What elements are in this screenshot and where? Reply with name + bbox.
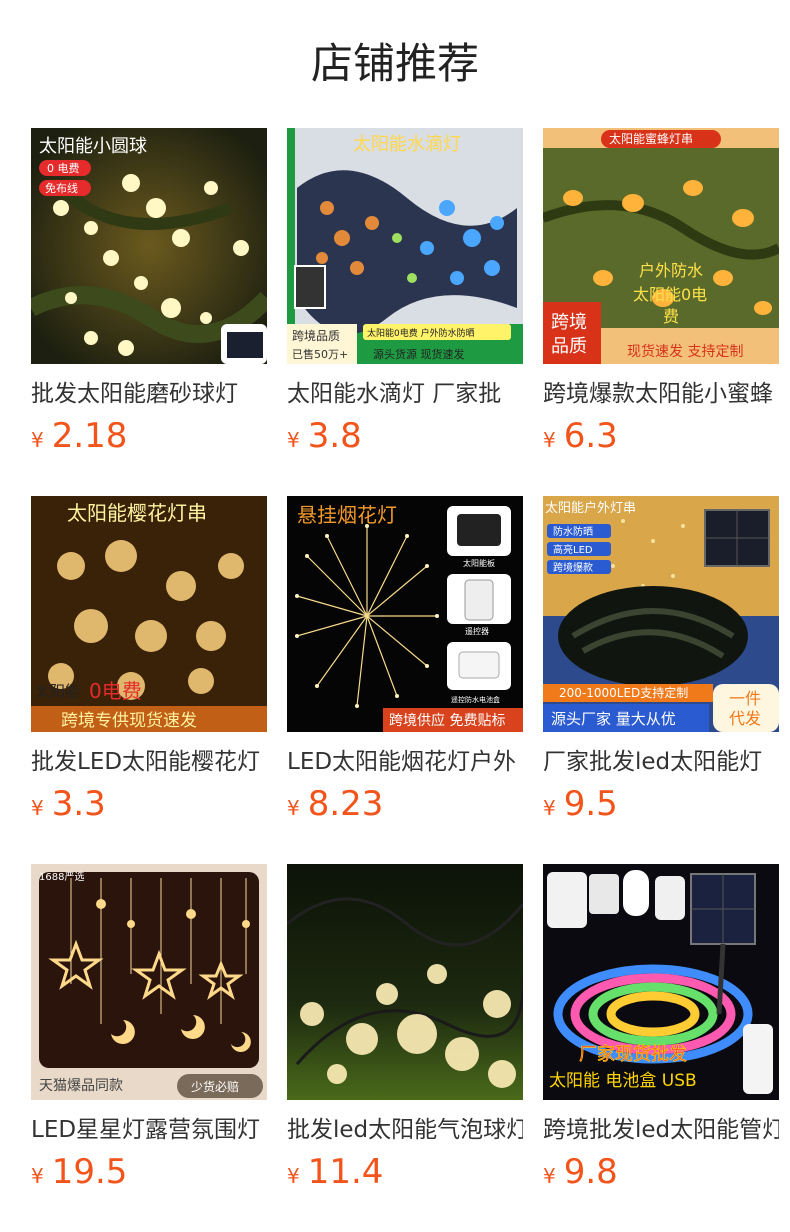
- svg-text:跨境供应 免费贴标: 跨境供应 免费贴标: [389, 712, 505, 729]
- currency-symbol: ¥: [287, 796, 300, 820]
- product-card[interactable]: 批发led太阳能气泡球灯 ¥11.4: [287, 864, 523, 1204]
- product-image[interactable]: 厂家现货批发 太阳能 电池盒 USB: [543, 864, 779, 1100]
- price-value: 19.5: [51, 1152, 128, 1192]
- product-name[interactable]: 跨境爆款太阳能小蜜蜂: [543, 376, 779, 412]
- svg-text:品质: 品质: [551, 336, 587, 357]
- product-card[interactable]: 悬挂烟花灯 太阳能板 遥控器 遥控防水电池盒 跨境供应 免费贴标 LED太阳能烟…: [287, 496, 523, 836]
- svg-text:太阳能: 太阳能: [35, 682, 80, 700]
- product-image[interactable]: 太阳能小圆球 0 电费 免布线: [31, 128, 267, 364]
- product-name[interactable]: LED太阳能烟花灯户外: [287, 744, 523, 780]
- svg-text:源头厂家 量大从优: 源头厂家 量大从优: [551, 710, 676, 728]
- product-price: ¥9.8: [543, 1152, 618, 1192]
- image-headline: 太阳能水滴灯: [353, 134, 461, 155]
- image-headline: 太阳能户外灯串: [545, 500, 636, 516]
- product-price: ¥2.18: [31, 416, 127, 456]
- product-image[interactable]: 太阳能蜜蜂灯串 户外防水 太阳能0电 费 跨境 品质 现货速发 支持定制: [543, 128, 779, 364]
- svg-text:天猫爆品同款: 天猫爆品同款: [39, 1078, 123, 1094]
- svg-text:跨境品质: 跨境品质: [292, 328, 340, 343]
- price-value: 9.5: [563, 784, 618, 824]
- product-card[interactable]: 厂家现货批发 太阳能 电池盒 USB 跨境批发led太阳能管灯 ¥9.8: [543, 864, 779, 1204]
- svg-text:高亮LED: 高亮LED: [553, 543, 593, 556]
- currency-symbol: ¥: [543, 1164, 556, 1188]
- price-value: 2.18: [51, 416, 128, 456]
- image-headline: 太阳能樱花灯串: [67, 501, 207, 525]
- product-name[interactable]: 跨境批发led太阳能管灯: [543, 1112, 779, 1148]
- svg-text:太阳能0电: 太阳能0电: [633, 285, 707, 304]
- product-image[interactable]: 1688严选 天猫爆品同款 少货必赔: [31, 864, 267, 1100]
- product-name[interactable]: LED星星灯露营氛围灯: [31, 1112, 267, 1148]
- price-value: 3.3: [51, 784, 106, 824]
- svg-text:跨境专供现货速发: 跨境专供现货速发: [61, 711, 197, 731]
- currency-symbol: ¥: [287, 428, 300, 452]
- price-value: 9.8: [563, 1152, 618, 1192]
- product-image[interactable]: 太阳能户外灯串 防水防晒 高亮LED 跨境爆款 200-1000LED支持定制 …: [543, 496, 779, 732]
- product-name[interactable]: 太阳能水滴灯 厂家批: [287, 376, 523, 412]
- svg-text:遥控防水电池盒: 遥控防水电池盒: [451, 695, 500, 704]
- svg-text:已售50万+: 已售50万+: [292, 347, 348, 361]
- product-price: ¥11.4: [287, 1152, 383, 1192]
- product-name[interactable]: 厂家批发led太阳能灯: [543, 744, 779, 780]
- price-value: 6.3: [563, 416, 618, 456]
- svg-text:户外防水: 户外防水: [639, 261, 703, 280]
- product-price: ¥3.8: [287, 416, 362, 456]
- product-price: ¥3.3: [31, 784, 106, 824]
- currency-symbol: ¥: [31, 1164, 44, 1188]
- product-card[interactable]: 太阳能蜜蜂灯串 户外防水 太阳能0电 费 跨境 品质 现货速发 支持定制 跨境爆…: [543, 128, 779, 468]
- svg-text:源头货源 现货速发: 源头货源 现货速发: [373, 347, 465, 361]
- currency-symbol: ¥: [543, 796, 556, 820]
- page-title: 店铺推荐: [310, 39, 479, 88]
- svg-text:跨境爆款: 跨境爆款: [553, 561, 593, 574]
- svg-text:0电费: 0电费: [89, 679, 142, 703]
- price-value: 8.23: [307, 784, 384, 824]
- svg-text:现货速发 支持定制: 现货速发 支持定制: [627, 343, 743, 360]
- svg-text:费: 费: [663, 307, 679, 326]
- product-price: ¥6.3: [543, 416, 618, 456]
- svg-text:200-1000LED支持定制: 200-1000LED支持定制: [559, 685, 688, 700]
- svg-text:0 电费: 0 电费: [47, 162, 80, 175]
- product-card[interactable]: 太阳能水滴灯 跨境品质 已售50万+ 太阳能0电费 户外防水防晒 源头货源 现货…: [287, 128, 523, 468]
- product-image[interactable]: 太阳能水滴灯 跨境品质 已售50万+ 太阳能0电费 户外防水防晒 源头货源 现货…: [287, 128, 523, 364]
- product-name[interactable]: 批发led太阳能气泡球灯: [287, 1112, 523, 1148]
- svg-text:少货必赔: 少货必赔: [191, 1079, 239, 1094]
- product-name[interactable]: 批发LED太阳能樱花灯: [31, 744, 267, 780]
- product-image[interactable]: 悬挂烟花灯 太阳能板 遥控器 遥控防水电池盒 跨境供应 免费贴标: [287, 496, 523, 732]
- currency-symbol: ¥: [31, 428, 44, 452]
- svg-text:遥控器: 遥控器: [465, 626, 489, 636]
- svg-text:跨境: 跨境: [551, 312, 587, 333]
- image-headline: 太阳能小圆球: [39, 136, 147, 157]
- product-price: ¥8.23: [287, 784, 383, 824]
- svg-text:太阳能板: 太阳能板: [463, 558, 495, 568]
- image-headline: 悬挂烟花灯: [297, 503, 397, 527]
- product-card[interactable]: 1688严选 天猫爆品同款 少货必赔 LED星星灯露营氛围灯 ¥19.5: [31, 864, 267, 1204]
- price-value: 11.4: [307, 1152, 384, 1192]
- price-value: 3.8: [307, 416, 362, 456]
- svg-text:代发: 代发: [729, 709, 761, 728]
- product-price: ¥9.5: [543, 784, 618, 824]
- product-price: ¥19.5: [31, 1152, 127, 1192]
- product-card[interactable]: 太阳能小圆球 0 电费 免布线 批发太阳能磨砂球灯 ¥2.18: [31, 128, 267, 468]
- svg-text:防水防晒: 防水防晒: [553, 525, 593, 538]
- product-image[interactable]: 太阳能樱花灯串 太阳能 0电费 跨境专供现货速发: [31, 496, 267, 732]
- currency-symbol: ¥: [543, 428, 556, 452]
- svg-text:免布线: 免布线: [45, 181, 78, 195]
- svg-text:一件: 一件: [729, 689, 761, 708]
- svg-text:太阳能 电池盒 USB: 太阳能 电池盒 USB: [549, 1071, 697, 1091]
- svg-text:1688严选: 1688严选: [39, 870, 84, 883]
- product-card[interactable]: 太阳能樱花灯串 太阳能 0电费 跨境专供现货速发 批发LED太阳能樱花灯 ¥3.…: [31, 496, 267, 836]
- product-card[interactable]: 太阳能户外灯串 防水防晒 高亮LED 跨境爆款 200-1000LED支持定制 …: [543, 496, 779, 836]
- currency-symbol: ¥: [287, 1164, 300, 1188]
- image-headline: 厂家现货批发: [579, 1044, 687, 1065]
- product-image[interactable]: [287, 864, 523, 1100]
- svg-text:太阳能0电费 户外防水防晒: 太阳能0电费 户外防水防晒: [367, 327, 475, 339]
- product-name[interactable]: 批发太阳能磨砂球灯: [31, 376, 267, 412]
- currency-symbol: ¥: [31, 796, 44, 820]
- image-headline: 太阳能蜜蜂灯串: [609, 131, 693, 146]
